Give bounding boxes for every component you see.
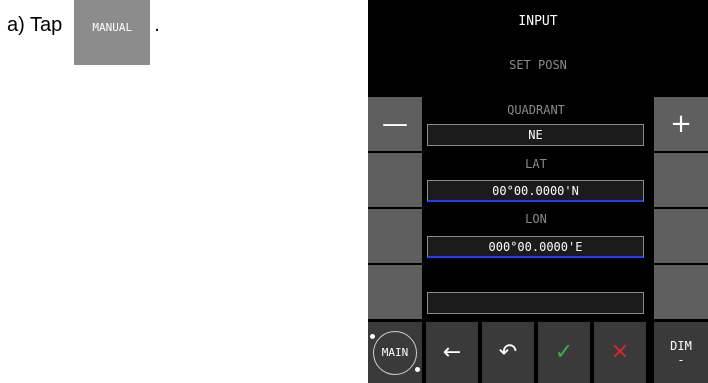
plus-button[interactable]: +: [654, 97, 708, 151]
quadrant-label: QUADRANT: [507, 103, 565, 117]
back-button[interactable]: ←: [426, 322, 478, 383]
lon-label: LON: [525, 212, 547, 226]
screen-subtitle: SET POSN: [509, 58, 567, 72]
screen-title: INPUT: [518, 14, 558, 29]
left-side-button-2[interactable]: [368, 153, 422, 207]
main-dot-icon: [370, 333, 375, 339]
main-dot-icon: [415, 366, 420, 372]
check-icon: ✓: [554, 340, 574, 365]
instruction: a) Tap MANUAL .: [7, 0, 160, 65]
cancel-button[interactable]: ✕: [594, 322, 646, 383]
instruction-prefix: a) Tap: [7, 13, 63, 36]
main-circle: MAIN: [370, 330, 420, 375]
undo-button[interactable]: ↶: [482, 322, 534, 383]
plus-icon: +: [670, 109, 692, 139]
minus-icon: —: [382, 109, 408, 139]
empty-field[interactable]: [427, 292, 644, 314]
lon-field[interactable]: 000°00.0000'E: [427, 236, 644, 258]
main-button[interactable]: MAIN: [368, 322, 422, 383]
quadrant-field[interactable]: NE: [427, 124, 644, 146]
back-arrow-icon: ←: [442, 340, 462, 365]
device-screen: INPUT SET POSN — + QUADRANT NE LAT 00°00…: [368, 0, 708, 383]
dim-button[interactable]: DIM -: [654, 322, 708, 383]
minus-button[interactable]: —: [368, 97, 422, 151]
lat-label: LAT: [525, 157, 547, 171]
manual-button-image: MANUAL: [74, 0, 151, 65]
right-side-button-4[interactable]: [654, 265, 708, 319]
dim-label: DIM: [670, 338, 692, 353]
dim-value: -: [677, 352, 685, 367]
right-side-button-2[interactable]: [654, 153, 708, 207]
left-side-button-3[interactable]: [368, 209, 422, 263]
right-side-button-3[interactable]: [654, 209, 708, 263]
cross-icon: ✕: [610, 340, 630, 365]
main-label: MAIN: [381, 346, 409, 359]
undo-icon: ↶: [498, 340, 518, 365]
confirm-button[interactable]: ✓: [538, 322, 590, 383]
instruction-suffix: .: [154, 13, 160, 36]
lat-field[interactable]: 00°00.0000'N: [427, 180, 644, 202]
left-side-button-4[interactable]: [368, 265, 422, 319]
